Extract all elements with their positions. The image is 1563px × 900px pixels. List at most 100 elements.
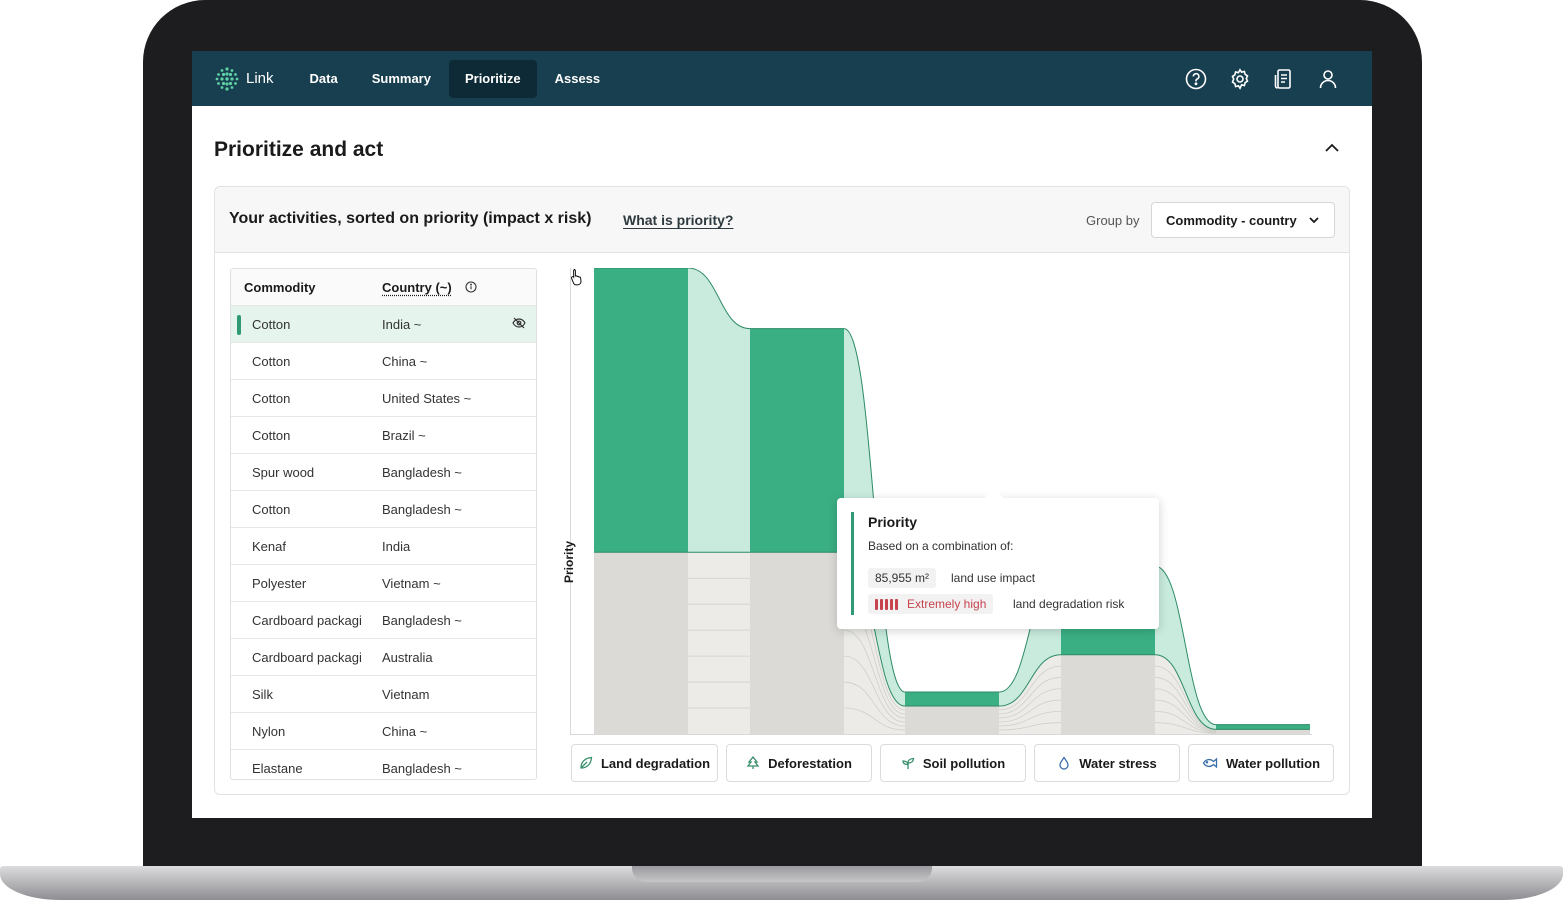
table-row[interactable]: Cotton China ~ xyxy=(231,342,536,379)
bar-priority xyxy=(905,692,999,707)
filter-label: Soil pollution xyxy=(922,755,1006,771)
risk-bar xyxy=(880,598,883,610)
table-row[interactable]: Cotton India ~ xyxy=(231,305,536,342)
cell-country: Bangladesh ~ xyxy=(382,761,462,776)
nav-item-prioritize[interactable]: Prioritize xyxy=(448,59,537,98)
bar-priority xyxy=(750,328,844,553)
impact-label: land use impact xyxy=(951,571,1036,585)
tooltip-subtitle: Based on a combination of: xyxy=(868,539,1014,553)
group-by-select[interactable]: Commodity - country xyxy=(1151,202,1335,238)
globe-logo-icon xyxy=(215,66,239,91)
cell-commodity: Cotton xyxy=(252,502,291,517)
table-row[interactable]: Cardboard packagi Bangladesh ~ xyxy=(231,601,536,638)
hide-eye-icon[interactable] xyxy=(512,317,526,329)
bar-base xyxy=(594,552,688,734)
filter-label: Water pollution xyxy=(1225,755,1321,771)
bar-priority xyxy=(594,268,688,553)
selected-row-indicator xyxy=(237,315,241,335)
table-row[interactable]: Polyester Vietnam ~ xyxy=(231,564,536,601)
filter-deforestation[interactable]: Deforestation xyxy=(726,744,872,782)
cell-country: Bangladesh ~ xyxy=(382,465,462,480)
app-screen: Link Data Summary Prioritize Assess Prio… xyxy=(192,51,1372,818)
filter-label: Land degradation xyxy=(600,755,711,771)
cell-commodity: Kenaf xyxy=(252,539,286,554)
cell-country: Australia xyxy=(382,650,433,665)
table-header: Commodity Country (~) xyxy=(231,269,536,305)
risk-value: Extremely high xyxy=(907,597,987,611)
cell-country: India xyxy=(382,539,411,554)
cell-country: Vietnam xyxy=(382,687,430,702)
nav-item-data[interactable]: Data xyxy=(294,60,354,98)
filter-label: Deforestation xyxy=(768,755,852,771)
table-row[interactable]: Spur wood Bangladesh ~ xyxy=(231,453,536,490)
bar-base xyxy=(905,706,999,734)
droplet-icon xyxy=(1059,756,1069,770)
brand[interactable]: Link xyxy=(213,65,274,93)
column-header-commodity[interactable]: Commodity xyxy=(244,280,316,295)
tooltip-accent-bar xyxy=(851,512,854,615)
column-header-country[interactable]: Country (~) xyxy=(382,280,452,295)
filter-land-degradation[interactable]: Land degradation xyxy=(571,744,718,782)
panel-header: Your activities, sorted on priority (imp… xyxy=(215,187,1349,253)
group-by-label: Group by xyxy=(1086,213,1140,228)
filter-water-pollution[interactable]: Water pollution xyxy=(1188,744,1334,782)
cell-commodity: Cotton xyxy=(252,428,291,443)
nav-item-assess[interactable]: Assess xyxy=(539,60,617,98)
table-row[interactable]: Cardboard packagi Australia xyxy=(231,638,536,675)
bar-priority xyxy=(1216,724,1310,730)
info-icon[interactable] xyxy=(465,281,477,293)
page-title: Prioritize and act xyxy=(214,138,384,161)
cell-commodity: Nylon xyxy=(252,724,286,739)
table-row[interactable]: Silk Vietnam xyxy=(231,675,536,712)
user-icon xyxy=(1319,69,1337,88)
cell-country: Vietnam ~ xyxy=(382,576,441,591)
settings-button[interactable] xyxy=(1218,57,1262,101)
filter-soil-pollution[interactable]: Soil pollution xyxy=(880,744,1026,782)
sprout-icon xyxy=(902,757,914,769)
top-navigation-bar: Link Data Summary Prioritize Assess xyxy=(192,51,1372,106)
bar-base xyxy=(750,552,844,734)
table-row[interactable]: Cotton United States ~ xyxy=(231,379,536,416)
cell-country: Bangladesh ~ xyxy=(382,502,462,517)
chevron-down-icon xyxy=(1309,217,1319,224)
table-row[interactable]: Kenaf India xyxy=(231,527,536,564)
risk-bar xyxy=(890,598,893,610)
risk-bar xyxy=(895,598,898,610)
nav-item-summary[interactable]: Summary xyxy=(356,60,447,98)
cell-commodity: Polyester xyxy=(252,576,307,591)
what-is-priority-link[interactable]: What is priority? xyxy=(623,212,733,228)
main-nav: Data Summary Prioritize Assess xyxy=(294,59,619,98)
risk-value-chip: Extremely high xyxy=(868,594,994,614)
table-row[interactable]: Elastane Bangladesh ~ xyxy=(231,749,536,779)
table-row[interactable]: Cotton Brazil ~ xyxy=(231,416,536,453)
bar-base xyxy=(1216,729,1310,734)
leaf-icon xyxy=(580,756,593,769)
risk-filter-group: Land degradation Deforestation Soil poll… xyxy=(571,744,1334,782)
filter-label: Water stress xyxy=(1079,755,1157,771)
pointer-cursor-icon xyxy=(570,269,582,286)
cell-commodity: Cotton xyxy=(252,354,291,369)
cell-country: United States ~ xyxy=(382,391,472,406)
help-icon xyxy=(1185,68,1207,89)
top-icon-group xyxy=(1174,51,1350,106)
tooltip-title: Priority xyxy=(868,514,918,530)
fish-icon xyxy=(1202,757,1218,769)
report-button[interactable] xyxy=(1262,57,1306,101)
filter-water-stress[interactable]: Water stress xyxy=(1034,744,1180,782)
group-by-value: Commodity - country xyxy=(1166,212,1297,228)
user-button[interactable] xyxy=(1306,57,1350,101)
impact-value-chip: 85,955 m² xyxy=(868,568,937,588)
table-row[interactable]: Cotton Bangladesh ~ xyxy=(231,490,536,527)
table-row[interactable]: Nylon China ~ xyxy=(231,712,536,749)
risk-bar xyxy=(885,598,888,610)
priority-tooltip: Priority Based on a combination of: 85,9… xyxy=(837,498,1159,629)
collapse-button[interactable] xyxy=(1320,136,1344,160)
cell-commodity: Cardboard packagi xyxy=(252,650,362,665)
help-button[interactable] xyxy=(1174,57,1218,101)
priority-panel: Your activities, sorted on priority (imp… xyxy=(214,186,1350,795)
risk-label: land degradation risk xyxy=(1013,597,1125,611)
cell-country: Brazil ~ xyxy=(382,428,426,443)
risk-bar xyxy=(875,598,878,610)
y-axis-label: Priority xyxy=(562,540,577,584)
bar-base xyxy=(1061,654,1155,734)
